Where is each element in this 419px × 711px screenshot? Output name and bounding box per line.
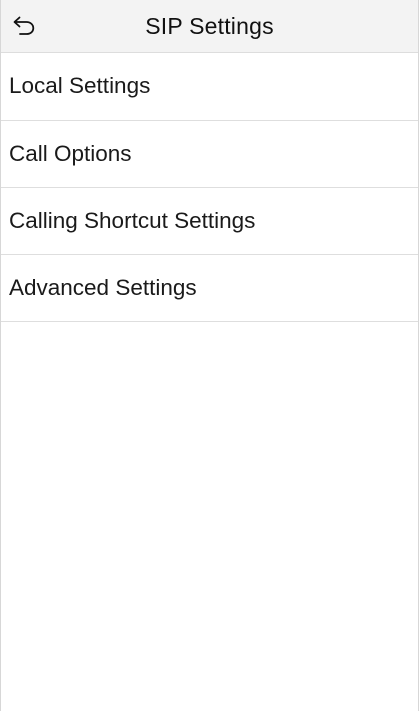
menu-item-label: Calling Shortcut Settings (9, 207, 256, 233)
settings-menu: Local Settings Call Options Calling Shor… (1, 53, 418, 322)
page-title: SIP Settings (145, 13, 274, 39)
header-bar: SIP Settings (1, 0, 418, 53)
menu-item-label: Local Settings (9, 73, 151, 99)
menu-item-label: Call Options (9, 140, 132, 166)
menu-item-calling-shortcut-settings[interactable]: Calling Shortcut Settings (1, 188, 418, 255)
back-button[interactable] (11, 11, 45, 39)
menu-item-label: Advanced Settings (9, 274, 197, 300)
menu-item-advanced-settings[interactable]: Advanced Settings (1, 255, 418, 322)
menu-item-local-settings[interactable]: Local Settings (1, 53, 418, 121)
menu-item-call-options[interactable]: Call Options (1, 121, 418, 188)
undo-arrow-icon (11, 14, 37, 36)
sip-settings-screen: SIP Settings Local Settings Call Options… (0, 0, 419, 711)
